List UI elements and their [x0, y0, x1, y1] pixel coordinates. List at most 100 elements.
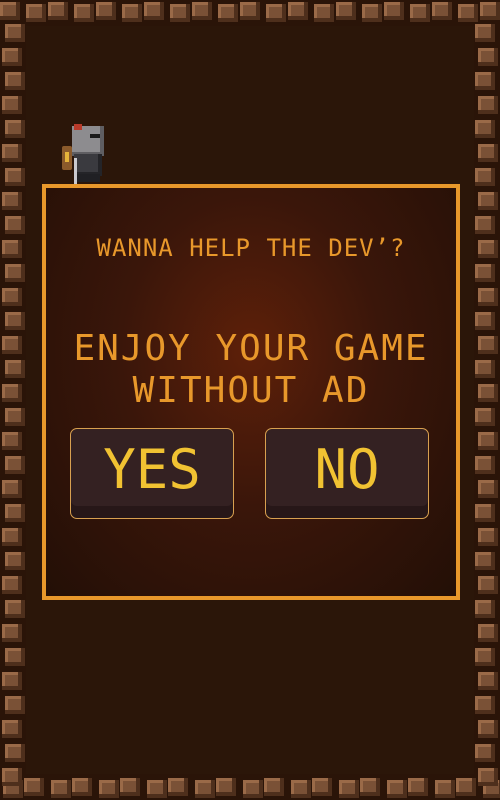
- stone-block: [2, 336, 22, 354]
- stone-block: [475, 168, 495, 186]
- stone-block: [5, 744, 25, 762]
- stone-block: [480, 2, 500, 20]
- stone-block: [2, 672, 22, 690]
- stone-block: [475, 552, 495, 570]
- sword-icon: [74, 158, 77, 184]
- stone-block: [243, 780, 263, 798]
- stone-block: [2, 720, 22, 738]
- stone-block: [435, 780, 455, 798]
- knight-icon: [62, 124, 108, 184]
- stone-block: [5, 360, 25, 378]
- stone-block: [96, 2, 116, 20]
- stone-block: [475, 600, 495, 618]
- stone-block: [478, 432, 498, 450]
- stone-block: [475, 456, 495, 474]
- stone-block: [475, 24, 495, 42]
- stone-block: [120, 778, 140, 796]
- stone-block: [478, 480, 498, 498]
- stone-block: [475, 360, 495, 378]
- stone-block: [384, 2, 404, 20]
- dialog-question: WANNA HELP THE DEV’?: [96, 234, 406, 262]
- stone-block: [2, 576, 22, 594]
- stone-block: [170, 4, 190, 22]
- stone-block: [408, 778, 428, 796]
- stone-block: [478, 192, 498, 210]
- stone-block: [48, 2, 68, 20]
- stone-block: [99, 780, 119, 798]
- offer-line-1: ENJOY YOUR GAME: [73, 328, 429, 369]
- stone-block: [478, 144, 498, 162]
- stone-block: [5, 600, 25, 618]
- stone-block: [478, 96, 498, 114]
- stone-block: [475, 120, 495, 138]
- stone-block: [291, 780, 311, 798]
- stone-block: [5, 168, 25, 186]
- stone-block: [456, 778, 476, 796]
- stone-block: [122, 4, 142, 22]
- stone-block: [5, 456, 25, 474]
- stone-block: [478, 624, 498, 642]
- stone-block: [24, 778, 44, 796]
- stone-block: [475, 504, 495, 522]
- stone-block: [475, 264, 495, 282]
- shield-icon: [62, 146, 72, 170]
- stone-block: [314, 4, 334, 22]
- stone-block: [5, 120, 25, 138]
- stone-block: [478, 576, 498, 594]
- stone-block: [475, 696, 495, 714]
- stone-block: [2, 240, 22, 258]
- stone-block: [478, 288, 498, 306]
- stone-block: [475, 744, 495, 762]
- stone-block: [312, 778, 332, 796]
- stone-block: [5, 216, 25, 234]
- dialog-offer: ENJOY YOUR GAME WITHOUT AD: [46, 328, 456, 412]
- stone-block: [2, 624, 22, 642]
- stone-block: [266, 4, 286, 22]
- stone-block: [2, 48, 22, 66]
- stone-block: [478, 336, 498, 354]
- stone-block: [2, 144, 22, 162]
- support-dialog: WANNA HELP THE DEV’? ENJOY YOUR GAME WIT…: [42, 184, 460, 600]
- stone-block: [432, 2, 452, 20]
- stone-block: [387, 780, 407, 798]
- stone-block: [475, 648, 495, 666]
- stone-block: [475, 408, 495, 426]
- stone-block: [5, 264, 25, 282]
- stone-block: [5, 408, 25, 426]
- stone-block: [339, 780, 359, 798]
- stone-block: [360, 778, 380, 796]
- stone-block: [478, 384, 498, 402]
- stone-block: [336, 2, 356, 20]
- stone-block: [2, 192, 22, 210]
- stone-block: [478, 672, 498, 690]
- stone-block: [478, 768, 498, 786]
- stone-block: [288, 2, 308, 20]
- stone-block: [478, 48, 498, 66]
- stone-block: [5, 312, 25, 330]
- stone-block: [2, 768, 22, 786]
- stone-block: [74, 4, 94, 22]
- stone-block: [475, 72, 495, 90]
- stone-block: [5, 504, 25, 522]
- stone-block: [2, 384, 22, 402]
- stone-block: [26, 4, 46, 22]
- stone-block: [147, 780, 167, 798]
- stone-block: [478, 720, 498, 738]
- stone-block: [264, 778, 284, 796]
- no-button[interactable]: NO: [265, 428, 429, 519]
- stone-block: [478, 528, 498, 546]
- stone-block: [2, 480, 22, 498]
- stone-block: [2, 288, 22, 306]
- stone-block: [5, 696, 25, 714]
- stone-block: [168, 778, 188, 796]
- stone-block: [478, 240, 498, 258]
- stone-block: [192, 2, 212, 20]
- stone-block: [458, 4, 478, 22]
- stone-block: [72, 778, 92, 796]
- stone-block: [475, 216, 495, 234]
- stone-block: [240, 2, 260, 20]
- yes-button[interactable]: YES: [70, 428, 234, 519]
- stone-block: [195, 780, 215, 798]
- stone-block: [475, 312, 495, 330]
- stone-block: [2, 432, 22, 450]
